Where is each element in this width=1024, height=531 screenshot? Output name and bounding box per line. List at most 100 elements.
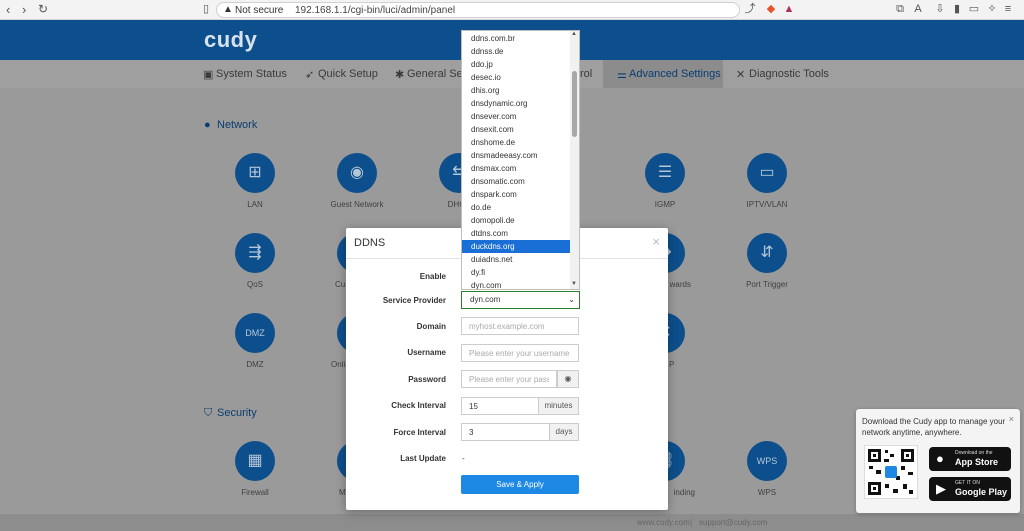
service-provider-dropdown[interactable]: ddns.com.br ddnss.de ddo.jp desec.io dhi… [461,30,580,290]
scroll-up-icon[interactable]: ▲ [571,31,577,37]
dropdown-option[interactable]: duiadns.net [462,253,572,266]
footer-divider: | [690,518,693,527]
nav-quick-setup[interactable]: Quick Setup [318,68,378,80]
dropdown-option[interactable]: dnsmadeeasy.com [462,149,572,162]
dropdown-option[interactable]: dyn.com [462,279,572,289]
download-icon[interactable]: ⇩ [934,3,946,15]
cudy-logo[interactable]: cudy [204,27,257,53]
tile-igmp[interactable]: ☰ IGMP [635,153,695,209]
dropdown-option[interactable]: domopoli.de [462,214,572,227]
tile-label: QoS [246,280,263,289]
igmp-icon: ☰ [657,164,673,181]
rewards-icon[interactable]: ▲ [783,3,795,15]
tile-dmz[interactable]: DMZ DMZ [225,313,285,369]
tile-wps[interactable]: WPS WPS [737,441,797,497]
last-update-value: - [462,454,465,463]
label-last-update: Last Update [400,454,446,463]
monitor-icon: ▣ [203,69,214,81]
service-provider-select[interactable]: dyn.com ⌄ [461,291,580,309]
tile-firewall[interactable]: ▦ Firewall [225,441,285,497]
label-service-provider: Service Provider [382,296,446,305]
tile-port-trigger[interactable]: ⇵ Port Trigger [737,233,797,289]
lan-icon: ⊞ [248,164,262,181]
reload-icon[interactable]: ↻ [38,2,48,16]
dropdown-option-highlighted[interactable]: duckdns.org [462,240,572,253]
password-input[interactable] [461,370,557,388]
username-input[interactable] [461,344,579,362]
apple-icon: ● [936,451,944,466]
check-interval-input[interactable] [461,397,539,415]
dropdown-option[interactable]: do.de [462,201,572,214]
play-icon: ▶ [936,481,946,496]
sliders-icon: ⚌ [617,69,627,81]
dropdown-option[interactable]: dhis.org [462,84,572,97]
dropdown-option[interactable]: dnsmax.com [462,162,572,175]
force-interval-unit: days [549,423,579,441]
eye-icon[interactable]: ◉ [557,370,579,388]
dropdown-option[interactable]: dnsexit.com [462,123,572,136]
back-icon[interactable]: ‹ [6,2,10,17]
scrollbar-thumb[interactable] [572,71,577,137]
iptv-icon: ▭ [759,164,775,181]
dropdown-option[interactable]: dnsdynamic.org [462,97,572,110]
bookmark-icon[interactable]: ▯ [200,3,212,15]
brave-shield-icon[interactable]: ◆ [765,3,777,15]
tile-iptv-vlan[interactable]: ▭ IPTV/VLAN [737,153,797,209]
label-enable: Enable [419,272,446,281]
tools-icon: ✕ [736,69,746,81]
translate-icon[interactable]: A [912,3,924,15]
save-apply-button[interactable]: Save & Apply [461,475,579,494]
app-store-button[interactable]: ● Download on the App Store [929,447,1011,471]
dropdown-option[interactable]: dnsomatic.com [462,175,572,188]
footer-support[interactable]: support@cudy.com [699,518,767,527]
tile-lan[interactable]: ⊞ LAN [225,153,285,209]
nav-control[interactable]: rol [580,68,592,80]
footer-website[interactable]: www.cudy.com [637,518,690,527]
dropdown-option[interactable]: dnspark.com [462,188,572,201]
vpn-icon[interactable]: ✧ [986,3,998,15]
wps-icon: WPS [756,456,778,466]
check-interval-unit: minutes [538,397,579,415]
dropdown-option[interactable]: ddnss.de [462,45,572,58]
close-icon[interactable]: × [1009,414,1014,424]
qos-icon: ⇶ [248,244,262,261]
forward-icon[interactable]: › [22,2,26,17]
dropdown-option[interactable]: dtdns.com [462,227,572,240]
nav-diagnostic-tools[interactable]: Diagnostic Tools [749,68,829,80]
warning-icon: ▲ [223,4,233,15]
tile-label: Firewall [241,488,269,497]
nav-advanced-settings[interactable]: Advanced Settings [629,68,721,80]
dropdown-scrollbar[interactable]: ▲ ▼ [570,31,579,289]
tile-label: DMZ [246,360,264,369]
tile-qos[interactable]: ⇶ QoS [225,233,285,289]
nav-system-status[interactable]: System Status [216,68,287,80]
dropdown-option[interactable]: dy.fi [462,266,572,279]
share-icon[interactable]: ⤴ [744,3,756,15]
dropdown-option[interactable]: ddo.jp [462,58,572,71]
shield-icon: ⛉ [204,407,213,419]
google-play-label: Google Play [955,487,1008,497]
dropdown-option[interactable]: dnsever.com [462,110,572,123]
dmz-icon: DMZ [245,328,265,338]
sidebar-icon[interactable]: ▮ [951,3,963,15]
wallet-icon[interactable]: ▭ [968,3,980,15]
dropdown-option[interactable]: ddns.com.br [462,32,572,45]
url-text[interactable]: 192.168.1.1/cgi-bin/luci/admin/panel [295,5,455,16]
label-check-interval: Check Interval [391,401,446,410]
scroll-down-icon[interactable]: ▼ [571,281,577,287]
dropdown-option[interactable]: dnshome.de [462,136,572,149]
address-bar[interactable]: ▲ Not secure 192.168.1.1/cgi-bin/luci/ad… [216,2,740,18]
user-icon: ◉ [350,164,364,181]
menu-icon[interactable]: ≡ [1002,3,1014,15]
tile-label: IGMP [654,200,676,209]
label-domain: Domain [416,322,446,331]
extensions-icon[interactable]: ⧉ [894,3,906,15]
dropdown-option[interactable]: desec.io [462,71,572,84]
force-interval-input[interactable] [461,423,550,441]
google-play-button[interactable]: ▶ GET IT ON Google Play [929,477,1011,501]
domain-input[interactable] [461,317,579,335]
app-promo-card: Download the Cudy app to manage your net… [856,409,1020,513]
tile-guest-network[interactable]: ◉ Guest Network [327,153,387,209]
close-icon[interactable]: × [652,234,660,249]
label-username: Username [407,348,446,357]
